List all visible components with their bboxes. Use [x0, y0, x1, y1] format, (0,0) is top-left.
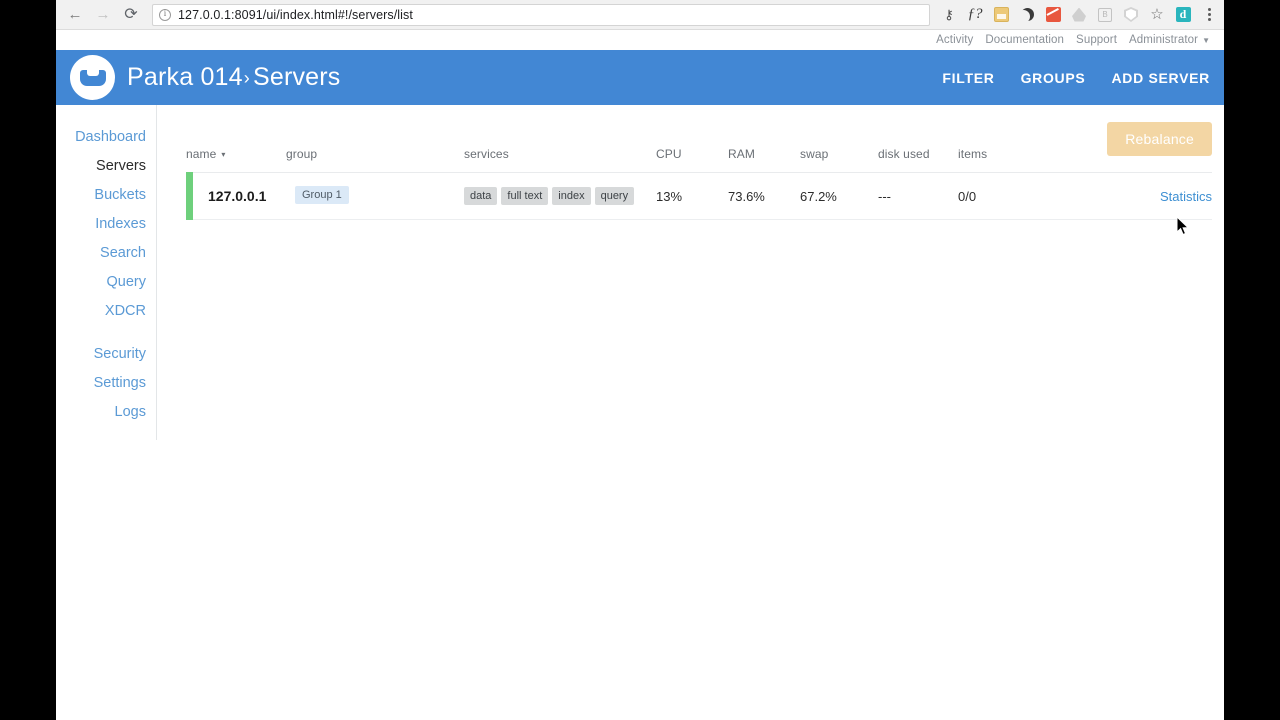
- service-badge-full-text: full text: [501, 187, 549, 205]
- browser-nav-buttons: ← → ⟳: [56, 2, 144, 28]
- column-header-name[interactable]: name ▾: [186, 105, 286, 173]
- topnav-administrator[interactable]: Administrator: [1129, 34, 1198, 46]
- column-header-cpu[interactable]: CPU: [656, 105, 728, 173]
- breadcrumb: Parka 014› Servers: [70, 55, 341, 100]
- service-badge-index: index: [552, 187, 591, 205]
- server-hostname: 127.0.0.1: [208, 188, 267, 204]
- app-header: Parka 014› Servers FILTER GROUPS ADD SERV…: [56, 50, 1224, 105]
- sidebar-item-xdcr[interactable]: XDCR: [105, 297, 146, 326]
- sidebar-item-search[interactable]: Search: [100, 239, 146, 268]
- cell-actions: Statistics: [1068, 172, 1212, 220]
- cell-cpu: 13%: [656, 172, 728, 220]
- couchbase-logo-icon: [70, 55, 115, 100]
- table-row[interactable]: 127.0.0.1 Group 1 data full text index quer…: [186, 172, 1212, 220]
- sort-caret-icon: ▾: [221, 150, 226, 159]
- cell-group: Group 1: [286, 172, 464, 220]
- servers-panel: Rebalance name ▾ group services CPU RAM …: [157, 105, 1224, 720]
- sidebar-item-dashboard[interactable]: Dashboard: [75, 123, 146, 152]
- statistics-link[interactable]: Statistics: [1160, 189, 1212, 204]
- add-server-button[interactable]: ADD SERVER: [1111, 70, 1210, 86]
- topnav-activity[interactable]: Activity: [936, 34, 973, 46]
- key-icon[interactable]: ⚷: [936, 2, 962, 28]
- servers-table: name ▾ group services CPU RAM swap disk u…: [186, 105, 1212, 220]
- sidebar-item-indexes[interactable]: Indexes: [95, 210, 146, 239]
- browser-extension-icons: ⚷ ƒ? B ☆ d: [936, 2, 1224, 28]
- topnav-support[interactable]: Support: [1076, 34, 1117, 46]
- status-badge: [186, 172, 193, 220]
- address-bar[interactable]: 127.0.0.1:8091/ui/index.html#!/servers/l…: [152, 3, 930, 26]
- f-question-icon[interactable]: ƒ?: [962, 2, 988, 28]
- column-header-swap[interactable]: swap: [800, 105, 878, 173]
- sidebar: Dashboard Servers Buckets Indexes Search…: [56, 105, 157, 440]
- rebalance-area: Rebalance: [1107, 122, 1212, 156]
- couchbase-console: Activity Documentation Support Administr…: [56, 30, 1224, 720]
- cell-disk-used: ---: [878, 172, 958, 220]
- column-header-ram[interactable]: RAM: [728, 105, 800, 173]
- dark-mode-moon-icon[interactable]: [1014, 2, 1040, 28]
- cell-items: 0/0: [958, 172, 1068, 220]
- servers-table-head: name ▾ group services CPU RAM swap disk u…: [186, 105, 1212, 173]
- top-utility-nav: Activity Documentation Support Administr…: [56, 30, 1224, 50]
- section-name: Servers: [252, 63, 341, 91]
- sidebar-item-security[interactable]: Security: [94, 340, 146, 369]
- rebalance-button[interactable]: Rebalance: [1107, 122, 1212, 156]
- column-header-name-label: name: [186, 147, 217, 161]
- cell-services: data full text index query: [464, 172, 656, 220]
- topnav-documentation[interactable]: Documentation: [985, 34, 1064, 46]
- screen: ← → ⟳ 127.0.0.1:8091/ui/index.html#!/ser…: [0, 0, 1280, 720]
- bookmark-star-icon[interactable]: ☆: [1144, 2, 1170, 28]
- table-header-row: name ▾ group services CPU RAM swap disk u…: [186, 105, 1212, 173]
- b-box-icon[interactable]: B: [1092, 2, 1118, 28]
- d-extension-icon[interactable]: d: [1170, 2, 1196, 28]
- header-actions: FILTER GROUPS ADD SERVER: [942, 70, 1210, 86]
- reload-icon[interactable]: ⟳: [118, 2, 144, 28]
- cell-name: 127.0.0.1: [186, 172, 286, 220]
- cell-swap: 67.2%: [800, 172, 878, 220]
- groups-button[interactable]: GROUPS: [1021, 70, 1086, 86]
- filter-button[interactable]: FILTER: [942, 70, 994, 86]
- chevron-down-icon[interactable]: ▼: [1202, 36, 1210, 45]
- chart-icon[interactable]: [1040, 2, 1066, 28]
- page-title: Parka 014› Servers: [127, 63, 341, 92]
- column-header-disk-used[interactable]: disk used: [878, 105, 958, 173]
- url-text: 127.0.0.1:8091/ui/index.html#!/servers/l…: [178, 7, 413, 22]
- group-badge: Group 1: [295, 186, 349, 204]
- cloud-drive-icon[interactable]: [1066, 2, 1092, 28]
- menu-kebab-icon[interactable]: [1196, 2, 1222, 28]
- column-header-items[interactable]: items: [958, 105, 1068, 173]
- column-header-services[interactable]: services: [464, 105, 656, 173]
- browser-window: ← → ⟳ 127.0.0.1:8091/ui/index.html#!/ser…: [56, 0, 1224, 720]
- browser-toolbar: ← → ⟳ 127.0.0.1:8091/ui/index.html#!/ser…: [56, 0, 1224, 30]
- column-header-group[interactable]: group: [286, 105, 464, 173]
- sidebar-item-logs[interactable]: Logs: [115, 398, 146, 427]
- sidebar-item-servers[interactable]: Servers: [96, 152, 146, 181]
- back-arrow-icon[interactable]: ←: [62, 2, 88, 28]
- servers-table-body: 127.0.0.1 Group 1 data full text index quer…: [186, 172, 1212, 220]
- page-body: Dashboard Servers Buckets Indexes Search…: [56, 105, 1224, 720]
- tan-note-icon[interactable]: [988, 2, 1014, 28]
- page-info-icon[interactable]: [159, 8, 171, 21]
- cell-ram: 73.6%: [728, 172, 800, 220]
- service-badge-query: query: [594, 187, 635, 205]
- breadcrumb-separator-icon: ›: [243, 68, 250, 88]
- cluster-name: Parka 014: [127, 63, 243, 91]
- forward-arrow-icon[interactable]: →: [90, 2, 116, 28]
- shield-icon[interactable]: [1118, 2, 1144, 28]
- sidebar-item-buckets[interactable]: Buckets: [94, 181, 146, 210]
- sidebar-item-settings[interactable]: Settings: [94, 369, 146, 398]
- service-badge-data: data: [464, 187, 498, 205]
- sidebar-item-query[interactable]: Query: [107, 268, 147, 297]
